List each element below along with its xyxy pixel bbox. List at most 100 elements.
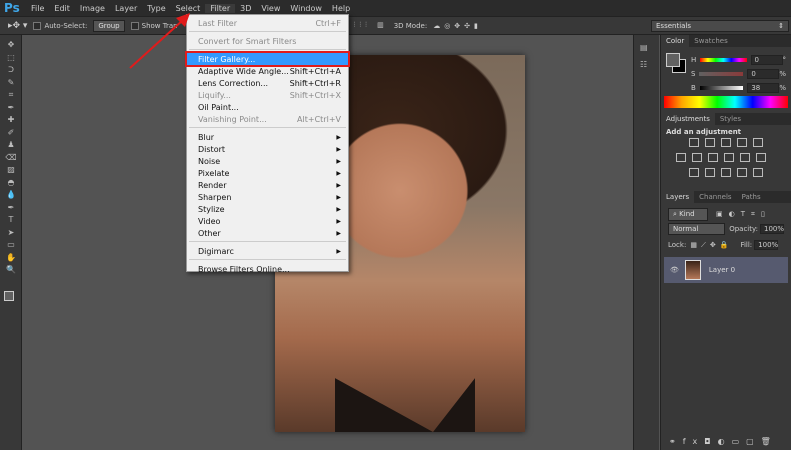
foreground-color-swatch[interactable] (666, 53, 680, 67)
tool-12-icon[interactable]: 💧 (0, 189, 22, 202)
menu-item-convert-for-smart-filters[interactable]: Convert for Smart Filters (187, 35, 348, 47)
brightness-slider[interactable] (699, 86, 744, 90)
opacity-field[interactable]: 100% (760, 224, 784, 234)
hue-field[interactable]: 0 (750, 55, 783, 65)
show-transform-checkbox[interactable]: Show Tran (130, 21, 178, 30)
tool-7-icon[interactable]: ✐ (0, 127, 22, 140)
menu-item-noise[interactable]: Noise ▶ (187, 155, 348, 167)
menu-item-pixelate[interactable]: Pixelate ▶ (187, 167, 348, 179)
tool-3-icon[interactable]: ✎ (0, 77, 22, 90)
submenu-arrow-icon: ▶ (336, 193, 341, 201)
menu-item-label: Other (198, 228, 221, 238)
menu-item-digimarc[interactable]: Digimarc ▶ (187, 245, 348, 257)
tool-6-icon[interactable]: ✚ (0, 114, 22, 127)
menu-item-render[interactable]: Render ▶ (187, 179, 348, 191)
kind-filter[interactable]: ⌕ Kind (668, 207, 708, 221)
menu-item-blur[interactable]: Blur ▶ (187, 131, 348, 143)
menu-item-sharpen[interactable]: Sharpen ▶ (187, 191, 348, 203)
tool-11-icon[interactable]: ◓ (0, 177, 22, 190)
tool-17-icon[interactable]: ✋ (0, 252, 22, 265)
menu-item-oil-paint[interactable]: Oil Paint... (187, 101, 348, 113)
menu-item-label: Lens Correction... (198, 78, 269, 88)
menu-item-label: Video (198, 216, 221, 226)
brightness-field[interactable]: 38 (747, 83, 780, 93)
tab-channels[interactable]: Channels (694, 191, 736, 203)
menu-layer[interactable]: Layer (110, 4, 142, 13)
menu-item-other[interactable]: Other ▶ (187, 227, 348, 239)
menu-view[interactable]: View (256, 4, 285, 13)
layer-name: Layer 0 (708, 266, 736, 274)
menu-item-label: Liquify... (198, 90, 231, 100)
menu-3d[interactable]: 3D (235, 4, 256, 13)
right-panels: Color Swatches H 0 ° S 0% B 38% Adjustments … (660, 35, 791, 450)
tool-13-icon[interactable]: ✒ (0, 202, 22, 215)
menu-select[interactable]: Select (171, 4, 206, 13)
tab-styles[interactable]: Styles (715, 113, 746, 125)
menu-item-label: Pixelate (198, 168, 230, 178)
menu-item-last-filter[interactable]: Last Filter Ctrl+F (187, 17, 348, 29)
layer-row[interactable]: 👁 Layer 0 (664, 257, 788, 283)
menu-item-filter-gallery[interactable]: Filter Gallery... (185, 51, 350, 67)
move-tool-icon[interactable]: ▸✥ ▾ (8, 21, 27, 31)
tool-18-icon[interactable]: 🔍 (0, 264, 22, 277)
tool-0-icon[interactable]: ✥ (0, 39, 22, 52)
adjustment-icons[interactable] (666, 136, 786, 181)
saturation-field[interactable]: 0 (747, 69, 780, 79)
layers-footer-icons[interactable]: ⚭fx◘◐▭▢🗑 (669, 437, 778, 446)
fill-field[interactable]: 100% (754, 240, 778, 250)
menu-item-liquify[interactable]: Liquify... Shift+Ctrl+X (187, 89, 348, 101)
workspace-select[interactable]: Essentials ⇕ (651, 20, 789, 32)
tool-10-icon[interactable]: ▨ (0, 164, 22, 177)
blend-mode-select[interactable]: Normal (668, 223, 726, 235)
align-icons[interactable]: ⫶⫶⫶ ▥ (354, 21, 388, 30)
menu-item-label: Stylize (198, 204, 225, 214)
foreground-color-tool[interactable] (4, 290, 14, 301)
tab-swatches[interactable]: Swatches (689, 35, 732, 47)
properties-icon[interactable]: ☷ (640, 60, 653, 69)
menu-help[interactable]: Help (327, 4, 355, 13)
menu-item-label: Blur (198, 132, 215, 142)
hue-slider[interactable] (700, 58, 747, 62)
visibility-eye-icon[interactable]: 👁 (670, 266, 679, 274)
menu-image[interactable]: Image (75, 4, 110, 13)
menu-item-video[interactable]: Video ▶ (187, 215, 348, 227)
tool-9-icon[interactable]: ⌫ (0, 152, 22, 165)
menu-item-label: Digimarc (198, 246, 234, 256)
menu-item-browse-filters-online[interactable]: Browse Filters Online... (187, 263, 348, 275)
tab-color[interactable]: Color (661, 35, 690, 47)
menu-window[interactable]: Window (285, 4, 327, 13)
tool-16-icon[interactable]: ▭ (0, 239, 22, 252)
submenu-arrow-icon: ▶ (336, 169, 341, 177)
auto-select-checkbox[interactable]: Auto-Select: (33, 21, 87, 30)
menu-item-label: Distort (198, 144, 226, 154)
tool-4-icon[interactable]: ⌗ (0, 89, 22, 102)
menu-type[interactable]: Type (142, 4, 170, 13)
menu-item-lens-correction[interactable]: Lens Correction... Shift+Ctrl+R (187, 77, 348, 89)
color-spectrum[interactable] (664, 96, 788, 108)
lock-icons[interactable]: ▦⟋✥🔒 (690, 241, 732, 250)
saturation-slider[interactable] (699, 72, 744, 76)
options-bar: ▸✥ ▾ Auto-Select: Group Show Tran ⫶⫶⫶ ▥ … (0, 16, 791, 35)
tool-15-icon[interactable]: ➤ (0, 227, 22, 240)
tool-1-icon[interactable]: ⬚ (0, 52, 22, 65)
3d-tool-icons[interactable]: ☁◎✥✣▮ (433, 22, 482, 30)
menu-file[interactable]: File (26, 4, 49, 13)
photoshop-logo: Ps (4, 1, 20, 15)
tab-adjustments[interactable]: Adjustments (661, 113, 715, 125)
photo-detail (335, 378, 475, 432)
menu-item-adaptive-wide-angle[interactable]: Adaptive Wide Angle... Shift+Ctrl+A (187, 65, 348, 77)
menu-filter[interactable]: Filter (205, 3, 236, 13)
menu-edit[interactable]: Edit (49, 4, 75, 13)
tool-14-icon[interactable]: T (0, 214, 22, 227)
tool-8-icon[interactable]: ♟ (0, 139, 22, 152)
history-icon[interactable]: ▤ (640, 43, 653, 52)
menu-item-stylize[interactable]: Stylize ▶ (187, 203, 348, 215)
tool-5-icon[interactable]: ✒ (0, 102, 22, 115)
group-select[interactable]: Group (93, 19, 125, 32)
layer-filter-icons[interactable]: ▣◐T⌗▯ (716, 210, 771, 219)
menu-item-vanishing-point[interactable]: Vanishing Point... Alt+Ctrl+V (187, 113, 348, 125)
tool-2-icon[interactable]: ᑐ (0, 64, 22, 77)
menu-item-distort[interactable]: Distort ▶ (187, 143, 348, 155)
tab-layers[interactable]: Layers (661, 191, 695, 203)
tab-paths[interactable]: Paths (737, 191, 766, 203)
